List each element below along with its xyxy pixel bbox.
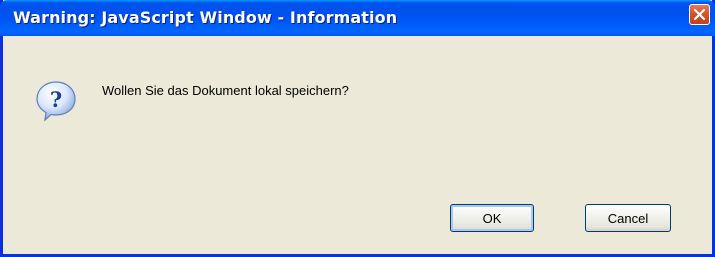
close-icon — [693, 8, 706, 21]
question-icon: ? — [36, 81, 76, 122]
ok-button[interactable]: OK — [450, 204, 534, 232]
title-bar[interactable]: Warning: JavaScript Window - Information — [0, 0, 715, 36]
dialog-window: Warning: JavaScript Window - Information… — [0, 0, 715, 257]
svg-text:?: ? — [50, 87, 62, 112]
dialog-message: Wollen Sie das Dokument lokal speichern? — [102, 83, 349, 98]
cancel-button[interactable]: Cancel — [585, 204, 671, 232]
window-title: Warning: JavaScript Window - Information — [13, 8, 398, 27]
dialog-body: ? Wollen Sie das Dokument lokal speicher… — [3, 36, 712, 254]
close-button[interactable] — [689, 4, 710, 25]
